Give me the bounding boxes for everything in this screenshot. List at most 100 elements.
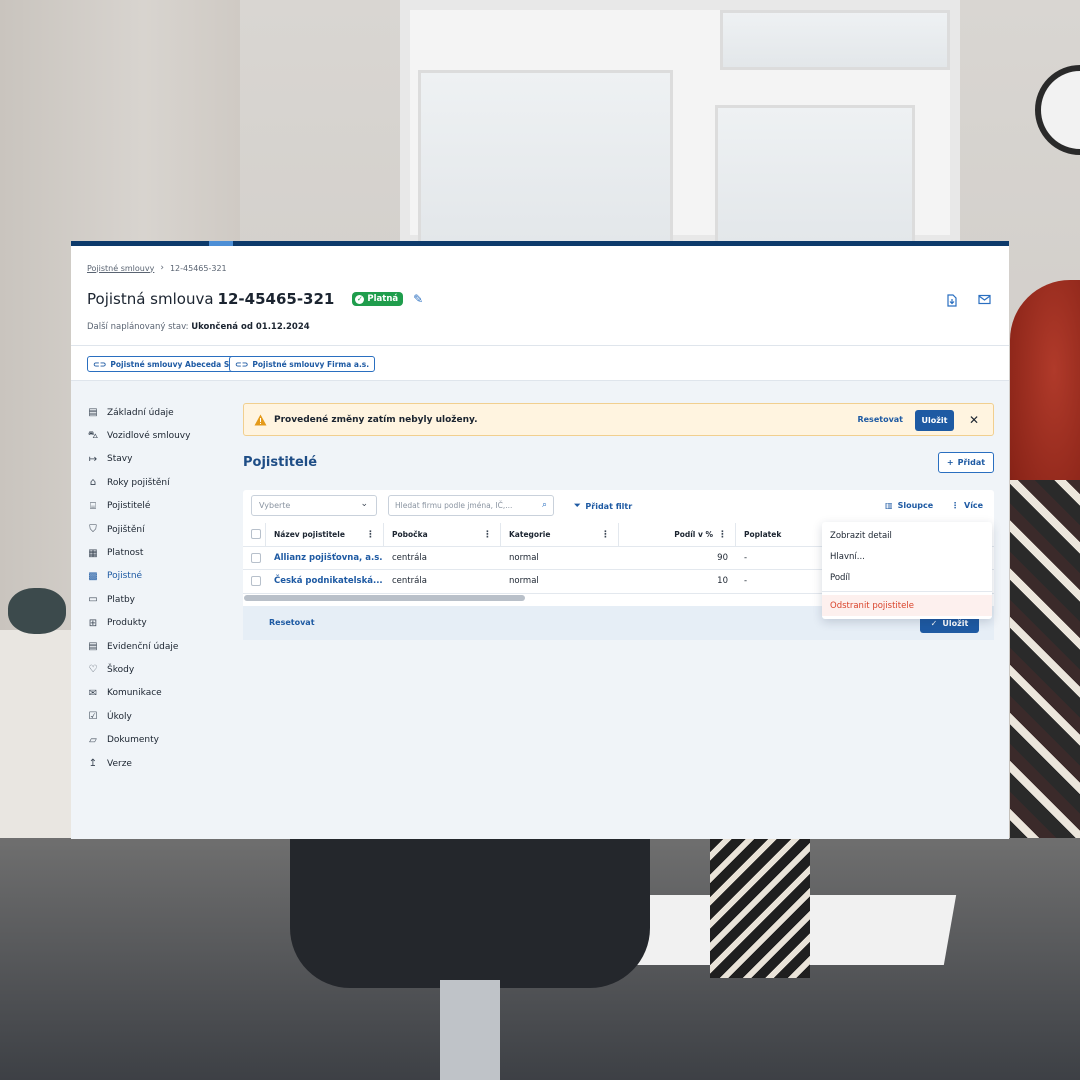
unsaved-changes-alert: Provedené změny zatím nebyly uloženy. Re… bbox=[243, 403, 994, 436]
column-header-share[interactable]: Podíl v % ⋮ bbox=[619, 523, 736, 546]
column-header-label: Název pojistitele bbox=[274, 529, 345, 539]
search-placeholder: Hledat firmu podle jména, IČ,... bbox=[395, 501, 513, 510]
menu-item-share[interactable]: Podíl bbox=[822, 567, 992, 588]
row-context-menu: Zobrazit detail Hlavní... Podíl Odstrani… bbox=[822, 522, 992, 619]
row-checkbox[interactable] bbox=[251, 552, 261, 563]
columns-button[interactable]: ▥ Sloupce bbox=[885, 501, 933, 510]
calculator-icon: ▩ bbox=[88, 570, 98, 582]
sidebar-item-label: Produkty bbox=[107, 618, 147, 629]
link-chip-firma[interactable]: ⊂⊃ Pojistné smlouvy Firma a.s. bbox=[229, 356, 376, 372]
row-checkbox[interactable] bbox=[251, 576, 261, 587]
chevron-down-icon: ⌄ bbox=[360, 499, 368, 509]
table-toolbar: Vyberte ⌄ Hledat firmu podle jména, IČ,.… bbox=[243, 490, 994, 523]
sidebar-item-label: Komunikace bbox=[107, 688, 162, 699]
fee-cell: - bbox=[744, 552, 748, 563]
insurer-name-link[interactable]: Česká podnikatelská... bbox=[266, 570, 384, 593]
more-button[interactable]: ⋮ Více bbox=[951, 501, 983, 510]
sidebar-item-label: Pojistitelé bbox=[107, 501, 151, 512]
document-icon: ▭ bbox=[88, 594, 98, 606]
column-header-name[interactable]: Název pojistitele ⋮ bbox=[266, 523, 384, 546]
alert-save-button[interactable]: Uložit bbox=[915, 410, 954, 431]
sidebar-item-vozidlove-smlouvy[interactable]: ⛍ Vozidlové smlouvy bbox=[87, 424, 227, 447]
folder-icon: ▱ bbox=[89, 734, 97, 746]
columns-icon: ▥ bbox=[885, 501, 893, 510]
mail-icon[interactable] bbox=[977, 294, 991, 308]
sidebar-item-label: Platnost bbox=[107, 548, 144, 559]
window bbox=[400, 0, 960, 245]
sidebar-item-platby[interactable]: ▭ Platby bbox=[87, 588, 227, 611]
alert-reset-button[interactable]: Resetovat bbox=[857, 415, 903, 424]
menu-item-remove-insurer[interactable]: Odstranit pojistitele bbox=[822, 595, 992, 616]
version-icon: ↥ bbox=[88, 758, 98, 770]
sidebar-item-pojisteni[interactable]: ⛉ Pojištění bbox=[87, 518, 227, 541]
page-title: Pojistná smlouva 12-45465-321 bbox=[87, 290, 342, 308]
page-title-prefix: Pojistná smlouva bbox=[87, 290, 214, 308]
sidebar-item-platnost[interactable]: ▦ Platnost bbox=[87, 541, 227, 564]
person-sweater bbox=[1010, 480, 1080, 840]
menu-item-show-detail[interactable]: Zobrazit detail bbox=[822, 525, 992, 546]
sidebar-item-stavy[interactable]: ↦ Stavy bbox=[87, 448, 227, 471]
column-header-label: Poplatek bbox=[744, 529, 782, 539]
share-cell: 90 bbox=[717, 552, 728, 563]
column-header-label: Podíl v % bbox=[674, 529, 713, 539]
sidebar-item-pojistitele[interactable]: ⌸ Pojistitelé bbox=[87, 495, 227, 518]
columns-label: Sloupce bbox=[897, 501, 934, 510]
sidebar-item-label: Dokumenty bbox=[107, 735, 159, 746]
link-chip-abeceda[interactable]: ⊂⊃ Pojistné smlouvy Abeceda SK bbox=[87, 356, 242, 372]
sidebar-item-pojistne[interactable]: ▩ Pojistné bbox=[87, 565, 227, 588]
sidebar-item-roky-pojisteni[interactable]: ⌂ Roky pojištění bbox=[87, 471, 227, 494]
menu-divider bbox=[822, 591, 992, 592]
sidebar-nav: ▤ Základní údaje ⛍ Vozidlové smlouvy ↦ Stav… bbox=[87, 401, 227, 775]
calendar-icon: ▦ bbox=[88, 547, 98, 559]
kebab-icon[interactable]: ⋮ bbox=[718, 530, 727, 540]
sidebar-item-ukoly[interactable]: ☑ Úkoly bbox=[87, 705, 227, 728]
filter-select-placeholder: Vyberte bbox=[259, 501, 291, 510]
check-circle-icon: ✓ bbox=[355, 294, 365, 304]
column-header-category[interactable]: Kategorie ⋮ bbox=[501, 523, 619, 546]
column-header-branch[interactable]: Pobočka ⋮ bbox=[384, 523, 501, 546]
kebab-icon[interactable]: ⋮ bbox=[601, 530, 610, 540]
section-title: Pojistitelé bbox=[243, 455, 318, 470]
select-all-cell bbox=[243, 523, 266, 546]
kebab-icon[interactable]: ⋮ bbox=[366, 530, 375, 540]
column-header-label: Kategorie bbox=[509, 529, 551, 539]
branch-cell: centrála bbox=[392, 552, 427, 563]
sidebar-item-produkty[interactable]: ⊞ Produkty bbox=[87, 612, 227, 635]
sidebar-item-skody[interactable]: ♡ Škody bbox=[87, 658, 227, 681]
search-input[interactable]: Hledat firmu podle jména, IČ,... ⌕ bbox=[388, 495, 554, 516]
sidebar-item-zakladni-udaje[interactable]: ▤ Základní údaje bbox=[87, 401, 227, 424]
close-icon[interactable]: ✕ bbox=[969, 413, 979, 427]
sidebar-item-label: Pojištění bbox=[107, 524, 145, 535]
add-insurer-button[interactable]: + Přidat bbox=[938, 452, 994, 473]
add-filter-button[interactable]: ⏷ Přidat filtr bbox=[574, 501, 632, 511]
next-state: Další naplánovaný stav: Ukončená od 01.1… bbox=[87, 322, 310, 332]
more-label: Více bbox=[964, 501, 984, 510]
horizontal-scrollbar[interactable] bbox=[244, 595, 525, 601]
fee-cell: - bbox=[744, 576, 748, 587]
sidebar-item-dokumenty[interactable]: ▱ Dokumenty bbox=[87, 728, 227, 751]
edit-icon[interactable]: ✎ bbox=[413, 292, 423, 306]
kebab-icon[interactable]: ⋮ bbox=[483, 530, 492, 540]
mail-icon: ✉ bbox=[88, 687, 98, 699]
breadcrumb: Pojistné smlouvy › 12-45465-321 bbox=[87, 263, 227, 273]
breadcrumb-link[interactable]: Pojistné smlouvy bbox=[87, 264, 154, 273]
chevron-right-icon: › bbox=[160, 263, 164, 273]
column-header-fee[interactable]: Poplatek bbox=[736, 523, 826, 546]
footer-reset-button[interactable]: Resetovat bbox=[269, 618, 315, 627]
add-insurer-label: Přidat bbox=[957, 458, 986, 467]
row-select-cell bbox=[243, 547, 266, 570]
sidebar-item-evidencni-udaje[interactable]: ▤ Evidenční údaje bbox=[87, 635, 227, 658]
plant-pot bbox=[8, 588, 66, 634]
select-all-checkbox[interactable] bbox=[251, 529, 261, 540]
insurer-name-link[interactable]: Allianz pojišťovna, a.s. bbox=[266, 547, 384, 570]
check-icon: ✓ bbox=[930, 618, 938, 628]
alert-message: Provedené změny zatím nebyly uloženy. bbox=[274, 414, 478, 425]
category-cell: normal bbox=[509, 552, 539, 563]
cake-icon: ⌂ bbox=[89, 477, 97, 489]
filter-select[interactable]: Vyberte ⌄ bbox=[251, 495, 377, 516]
file-download-icon[interactable] bbox=[945, 294, 959, 308]
sidebar-item-verze[interactable]: ↥ Verze bbox=[87, 752, 227, 775]
sidebar-item-komunikace[interactable]: ✉ Komunikace bbox=[87, 682, 227, 705]
sidebar-item-label: Škody bbox=[107, 664, 135, 675]
menu-item-main[interactable]: Hlavní... bbox=[822, 546, 992, 567]
